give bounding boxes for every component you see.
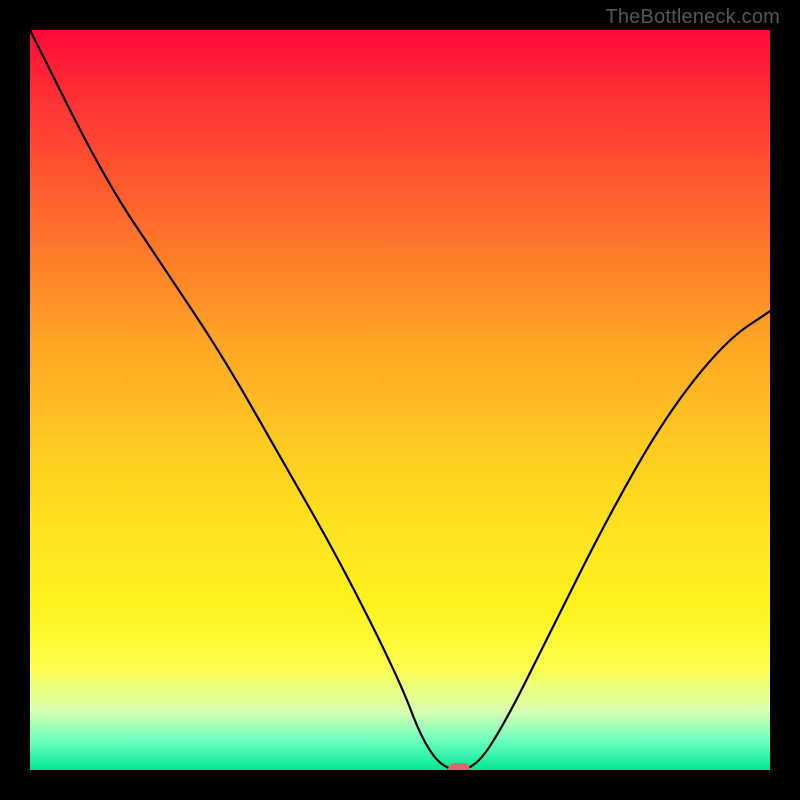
bottleneck-curve: [30, 30, 770, 770]
plot-area: [30, 30, 770, 770]
optimum-marker: [448, 763, 470, 770]
curve-layer: [30, 30, 770, 770]
watermark-text: TheBottleneck.com: [605, 6, 780, 29]
